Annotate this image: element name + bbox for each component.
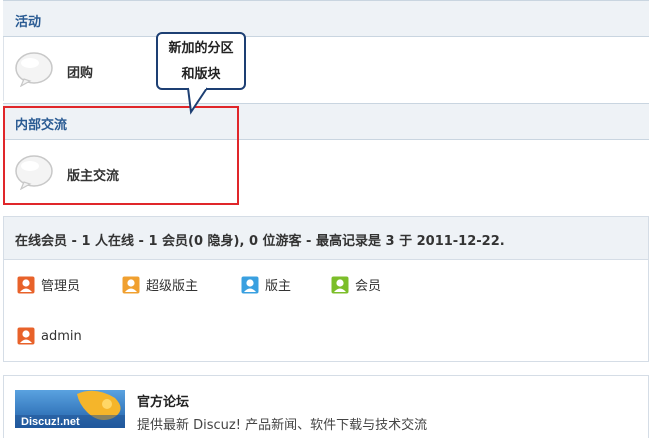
category-header-activity: 活动 — [3, 0, 649, 37]
callout-line-1: 新加的分区 — [168, 41, 234, 56]
online-header: 在线会员 - 1 人在线 - 1 会员(0 隐身), 0 位游客 - 最高记录是… — [4, 217, 648, 260]
user-admin-icon — [17, 327, 35, 345]
legend-label: 版主 — [265, 279, 292, 294]
user-moderator-icon — [241, 276, 259, 293]
legend-admin: 管理员 — [17, 275, 80, 294]
legend-member: 会员 — [331, 275, 381, 294]
legend-super-moderator: 超级版主 — [122, 275, 198, 294]
highlight-frame — [3, 106, 239, 205]
user-member-icon — [331, 276, 349, 293]
callout-line-2: 和版块 — [181, 67, 221, 82]
user-super-moderator-icon — [122, 276, 140, 293]
link-description: 提供最新 Discuz! 产品新闻、软件下载与技术交流 — [137, 418, 428, 433]
online-members-panel: 在线会员 - 1 人在线 - 1 会员(0 隐身), 0 位游客 - 最高记录是… — [3, 216, 649, 362]
callout-annotation: 新加的分区 和版块 — [156, 32, 246, 90]
logo-text: Discuz!.net — [21, 416, 80, 428]
forum-bubble-icon — [15, 52, 53, 87]
legend-label: 会员 — [355, 279, 382, 294]
legend-label: 管理员 — [41, 279, 81, 294]
category-title[interactable]: 活动 — [15, 11, 41, 30]
callout-pointer — [187, 86, 208, 115]
discuz-logo[interactable]: Discuz!.net — [15, 390, 125, 428]
forum-row-group-buy: 团购 — [3, 37, 649, 101]
online-summary: 在线会员 - 1 人在线 - 1 会员(0 隐身), 0 位游客 - 最高记录是… — [15, 234, 505, 249]
online-user-row: admin — [17, 327, 82, 345]
link-title[interactable]: 官方论坛 — [137, 391, 189, 410]
legend-moderator: 版主 — [241, 275, 291, 294]
friend-links-panel: Discuz!.net 官方论坛 提供最新 Discuz! 产品新闻、软件下载与… — [3, 375, 649, 438]
legend-label: 超级版主 — [146, 279, 199, 294]
forum-name-link[interactable]: 团购 — [67, 62, 93, 81]
online-user-link[interactable]: admin — [41, 329, 82, 344]
user-admin-icon — [17, 276, 35, 293]
